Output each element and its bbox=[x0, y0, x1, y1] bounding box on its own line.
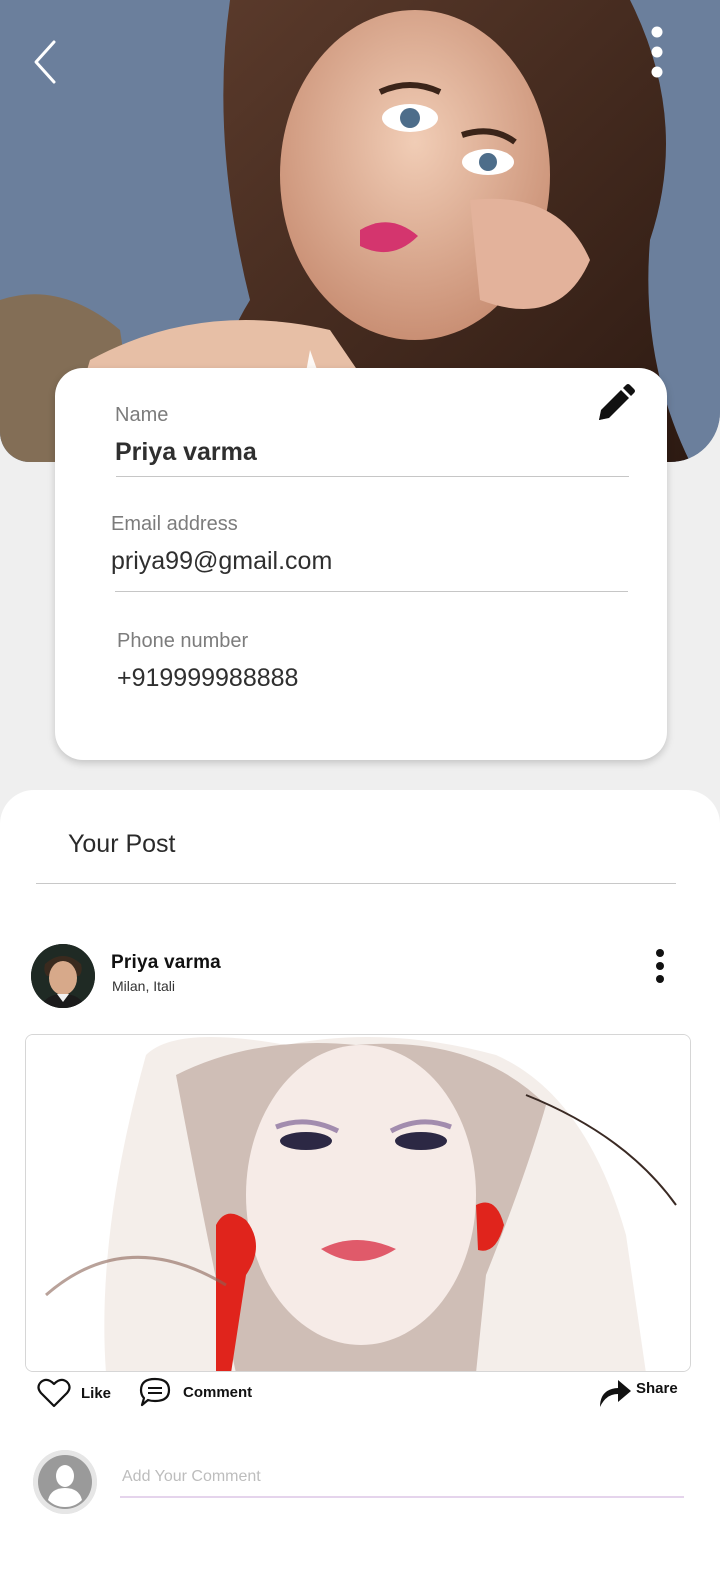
like-button[interactable]: Like bbox=[37, 1378, 111, 1408]
edit-profile-button[interactable] bbox=[593, 382, 637, 426]
comment-label: Comment bbox=[183, 1383, 253, 1401]
profile-details-card: Name Email address Phone number bbox=[55, 368, 667, 760]
comment-button[interactable]: Comment bbox=[138, 1376, 252, 1408]
pencil-icon bbox=[599, 384, 635, 420]
email-divider bbox=[115, 591, 628, 592]
email-label: Email address bbox=[111, 513, 238, 535]
more-vertical-icon bbox=[651, 26, 663, 78]
name-label: Name bbox=[115, 404, 169, 426]
like-label: Like bbox=[81, 1384, 112, 1402]
more-options-button[interactable] bbox=[644, 24, 680, 84]
comment-input[interactable] bbox=[120, 1458, 684, 1498]
comment-icon bbox=[139, 1377, 171, 1407]
post-location: Milan, Itali bbox=[112, 978, 176, 994]
post-author-name[interactable]: Priya varma bbox=[111, 952, 221, 974]
section-title: Your Post bbox=[68, 830, 176, 858]
avatar[interactable] bbox=[31, 944, 95, 1008]
post-image[interactable] bbox=[25, 1034, 691, 1372]
more-vertical-icon bbox=[656, 949, 664, 983]
phone-label: Phone number bbox=[117, 630, 249, 652]
user-placeholder-icon bbox=[33, 1450, 97, 1514]
avatar bbox=[33, 1450, 97, 1514]
share-label: Share bbox=[636, 1379, 678, 1397]
share-button[interactable]: Share bbox=[598, 1375, 678, 1409]
back-arrow-icon bbox=[34, 40, 56, 84]
name-divider bbox=[116, 476, 629, 477]
post-artwork bbox=[26, 1035, 690, 1371]
section-divider bbox=[36, 883, 676, 884]
email-field[interactable] bbox=[111, 543, 591, 579]
author-photo bbox=[31, 944, 95, 1008]
posts-section: Your Post Priya varma Milan, Itali Like … bbox=[0, 790, 720, 1580]
post-more-button[interactable] bbox=[648, 948, 678, 990]
heart-icon bbox=[37, 1378, 71, 1408]
phone-field[interactable] bbox=[117, 660, 597, 696]
name-field[interactable] bbox=[115, 434, 595, 470]
back-button[interactable] bbox=[28, 38, 68, 86]
share-icon bbox=[600, 1380, 631, 1407]
